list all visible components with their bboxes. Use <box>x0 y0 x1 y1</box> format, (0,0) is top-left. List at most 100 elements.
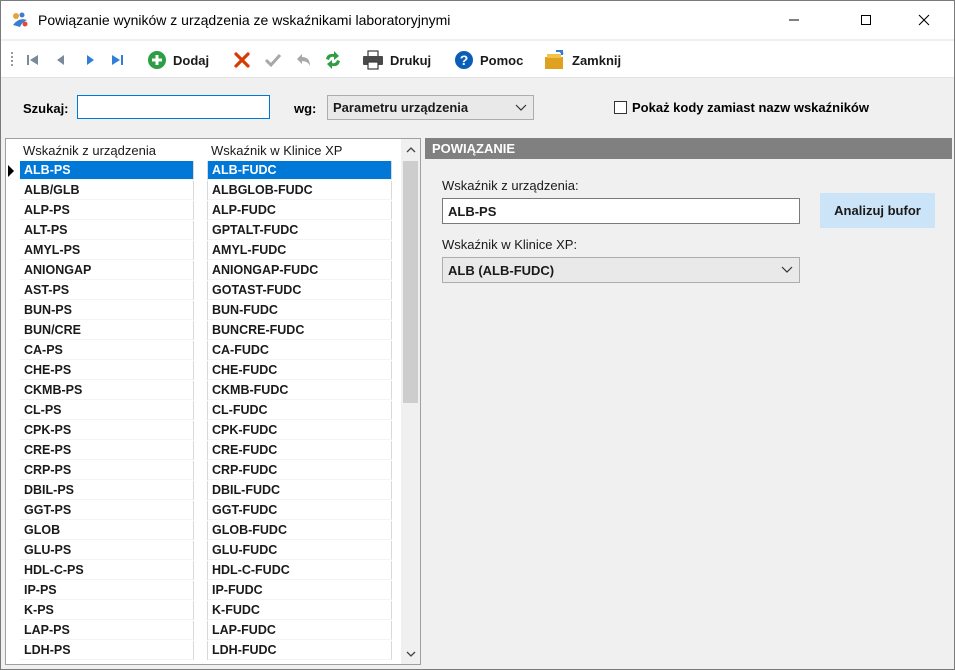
close-button[interactable]: Zamknij <box>544 49 621 71</box>
table-row[interactable]: ALP-PS ALP-FUDC <box>6 201 402 221</box>
toolbar-grip-icon[interactable] <box>10 51 14 69</box>
table-row[interactable]: LAP-PS LAP-FUDC <box>6 621 402 641</box>
device-indicator-cell[interactable]: ALT-PS <box>20 221 194 240</box>
clinic-indicator-cell[interactable]: DBIL-FUDC <box>208 481 392 500</box>
close-window-button[interactable] <box>901 1 947 39</box>
table-row[interactable]: LDH-PS LDH-FUDC <box>6 641 402 661</box>
clinic-indicator-cell[interactable]: ANIONGAP-FUDC <box>208 261 392 280</box>
refresh-button[interactable] <box>323 49 343 71</box>
device-indicator-cell[interactable]: BUN/CRE <box>20 321 194 340</box>
scroll-down-icon[interactable] <box>401 644 420 664</box>
maximize-button[interactable] <box>843 1 889 39</box>
clinic-indicator-cell[interactable]: K-FUDC <box>208 601 392 620</box>
delete-button[interactable] <box>233 49 251 71</box>
device-indicator-cell[interactable]: AST-PS <box>20 281 194 300</box>
table-row[interactable]: BUN-PS BUN-FUDC <box>6 301 402 321</box>
table-row[interactable]: HDL-C-PS HDL-C-FUDC <box>6 561 402 581</box>
clinic-indicator-cell[interactable]: CHE-FUDC <box>208 361 392 380</box>
clinic-indicator-cell[interactable]: ALB-FUDC <box>208 161 392 180</box>
table-row[interactable]: AMYL-PS AMYL-FUDC <box>6 241 402 261</box>
table-row[interactable]: BUN/CRE BUNCRE-FUDC <box>6 321 402 341</box>
scroll-up-icon[interactable] <box>401 139 420 159</box>
scrollbar-thumb[interactable] <box>403 161 418 403</box>
device-indicator-cell[interactable]: HDL-C-PS <box>20 561 194 580</box>
search-input[interactable] <box>77 95 270 119</box>
clinic-indicator-cell[interactable]: BUN-FUDC <box>208 301 392 320</box>
first-record-button[interactable] <box>25 49 41 71</box>
table-row[interactable]: CKMB-PS CKMB-FUDC <box>6 381 402 401</box>
device-indicator-cell[interactable]: ALB-PS <box>20 161 194 180</box>
table-row[interactable]: CHE-PS CHE-FUDC <box>6 361 402 381</box>
clinic-indicator-cell[interactable]: CRE-FUDC <box>208 441 392 460</box>
clinic-indicator-cell[interactable]: GPTALT-FUDC <box>208 221 392 240</box>
clinic-indicator-cell[interactable]: CL-FUDC <box>208 401 392 420</box>
clinic-indicator-cell[interactable]: HDL-C-FUDC <box>208 561 392 580</box>
clinic-indicator-cell[interactable]: CKMB-FUDC <box>208 381 392 400</box>
device-indicator-cell[interactable]: CRE-PS <box>20 441 194 460</box>
device-indicator-cell[interactable]: DBIL-PS <box>20 481 194 500</box>
device-indicator-cell[interactable]: ALB/GLB <box>20 181 194 200</box>
device-indicator-input[interactable] <box>442 198 800 224</box>
undo-button[interactable] <box>295 49 313 71</box>
table-row[interactable]: CRE-PS CRE-FUDC <box>6 441 402 461</box>
table-row[interactable]: IP-PS IP-FUDC <box>6 581 402 601</box>
column-header-device[interactable]: Wskaźnik z urządzenia <box>23 143 156 158</box>
add-button[interactable]: Dodaj <box>147 49 209 71</box>
table-row[interactable]: ANIONGAP ANIONGAP-FUDC <box>6 261 402 281</box>
device-indicator-cell[interactable]: K-PS <box>20 601 194 620</box>
device-indicator-cell[interactable]: CPK-PS <box>20 421 194 440</box>
table-row[interactable]: CA-PS CA-FUDC <box>6 341 402 361</box>
clinic-indicator-cell[interactable]: IP-FUDC <box>208 581 392 600</box>
table-row[interactable]: ALB-PS ALB-FUDC <box>6 161 402 181</box>
minimize-button[interactable] <box>771 1 817 39</box>
clinic-indicator-cell[interactable]: LAP-FUDC <box>208 621 392 640</box>
clinic-indicator-select[interactable]: ALB (ALB-FUDC) <box>442 257 800 283</box>
table-row[interactable]: CPK-PS CPK-FUDC <box>6 421 402 441</box>
print-button[interactable]: Drukuj <box>362 49 431 71</box>
search-by-select[interactable]: Parametru urządzenia <box>327 95 534 120</box>
clinic-indicator-cell[interactable]: CRP-FUDC <box>208 461 392 480</box>
device-indicator-cell[interactable]: GLOB <box>20 521 194 540</box>
clinic-indicator-cell[interactable]: GGT-FUDC <box>208 501 392 520</box>
table-row[interactable]: K-PS K-FUDC <box>6 601 402 621</box>
clinic-indicator-cell[interactable]: ALP-FUDC <box>208 201 392 220</box>
last-record-button[interactable] <box>109 49 125 71</box>
device-indicator-cell[interactable]: ANIONGAP <box>20 261 194 280</box>
next-record-button[interactable] <box>82 49 98 71</box>
clinic-indicator-cell[interactable]: ALBGLOB-FUDC <box>208 181 392 200</box>
clinic-indicator-cell[interactable]: CPK-FUDC <box>208 421 392 440</box>
clinic-indicator-cell[interactable]: GOTAST-FUDC <box>208 281 392 300</box>
device-indicator-cell[interactable]: CRP-PS <box>20 461 194 480</box>
table-row[interactable]: GLU-PS GLU-FUDC <box>6 541 402 561</box>
clinic-indicator-cell[interactable]: CA-FUDC <box>208 341 392 360</box>
grid-scrollbar[interactable] <box>401 139 420 664</box>
device-indicator-cell[interactable]: CHE-PS <box>20 361 194 380</box>
device-indicator-cell[interactable]: IP-PS <box>20 581 194 600</box>
clinic-indicator-cell[interactable]: GLU-FUDC <box>208 541 392 560</box>
device-indicator-cell[interactable]: CL-PS <box>20 401 194 420</box>
clinic-indicator-cell[interactable]: GLOB-FUDC <box>208 521 392 540</box>
table-row[interactable]: GGT-PS GGT-FUDC <box>6 501 402 521</box>
device-indicator-cell[interactable]: AMYL-PS <box>20 241 194 260</box>
table-row[interactable]: DBIL-PS DBIL-FUDC <box>6 481 402 501</box>
save-button[interactable] <box>264 49 282 71</box>
table-row[interactable]: GLOB GLOB-FUDC <box>6 521 402 541</box>
table-row[interactable]: AST-PS GOTAST-FUDC <box>6 281 402 301</box>
device-indicator-cell[interactable]: GGT-PS <box>20 501 194 520</box>
device-indicator-cell[interactable]: ALP-PS <box>20 201 194 220</box>
clinic-indicator-cell[interactable]: AMYL-FUDC <box>208 241 392 260</box>
analyze-buffer-button[interactable]: Analizuj bufor <box>820 193 935 228</box>
device-indicator-cell[interactable]: CKMB-PS <box>20 381 194 400</box>
show-codes-label[interactable]: Pokaż kody zamiast nazw wskaźników <box>632 100 869 115</box>
table-row[interactable]: ALB/GLB ALBGLOB-FUDC <box>6 181 402 201</box>
table-row[interactable]: CRP-PS CRP-FUDC <box>6 461 402 481</box>
clinic-indicator-cell[interactable]: BUNCRE-FUDC <box>208 321 392 340</box>
table-row[interactable]: ALT-PS GPTALT-FUDC <box>6 221 402 241</box>
column-header-clinic[interactable]: Wskaźnik w Klinice XP <box>211 143 342 158</box>
show-codes-checkbox[interactable] <box>614 101 627 114</box>
previous-record-button[interactable] <box>53 49 69 71</box>
device-indicator-cell[interactable]: LDH-PS <box>20 641 194 660</box>
device-indicator-cell[interactable]: GLU-PS <box>20 541 194 560</box>
help-button[interactable]: ? Pomoc <box>454 49 523 71</box>
clinic-indicator-cell[interactable]: LDH-FUDC <box>208 641 392 660</box>
